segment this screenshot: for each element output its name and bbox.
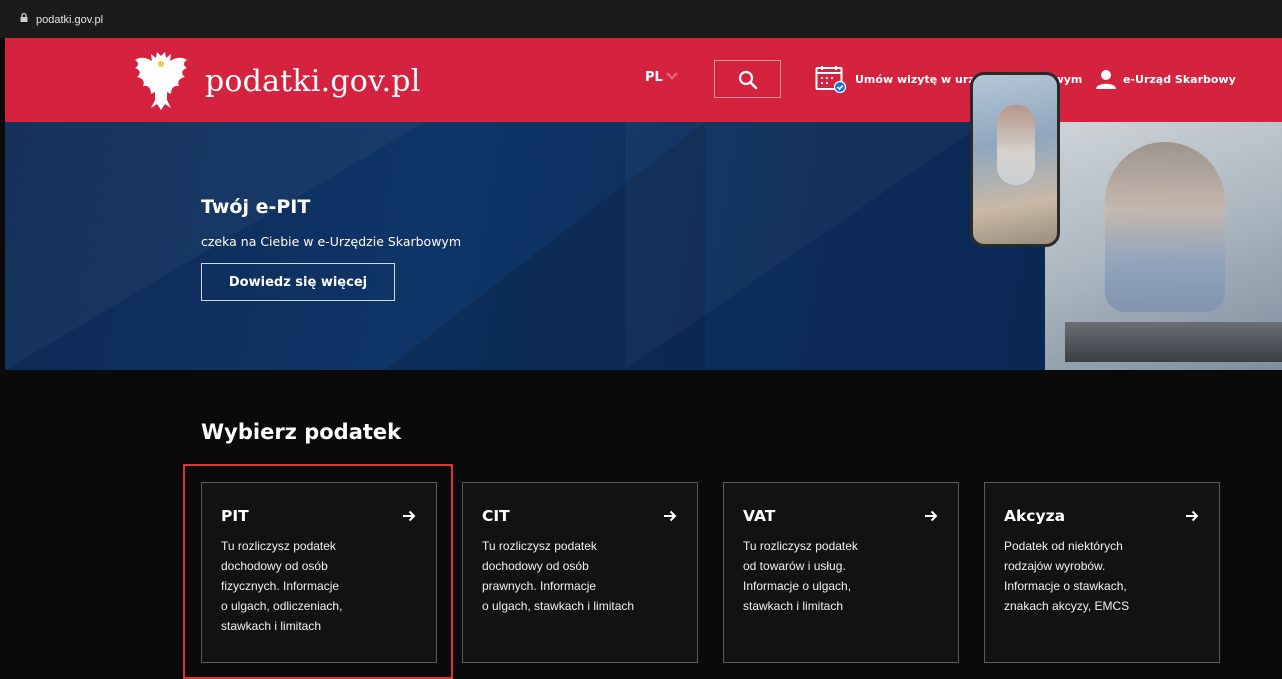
arrow-right-icon [1186,510,1199,522]
e-urzad-link[interactable]: e-Urząd Skarbowy [1095,65,1236,93]
hero-title: Twój e-PIT [201,196,311,218]
arrow-right-icon [664,510,677,522]
hero-photo-woman-laptop [1045,122,1282,370]
language-label: PL [645,70,663,85]
card-description: Tu rozliczysz podatek dochodowy od osób … [482,539,635,613]
lock-icon [20,13,28,22]
tax-card-vat[interactable]: VAT Tu rozliczysz podatek od towarów i u… [723,482,959,663]
search-icon [738,70,758,90]
arrow-right-icon [925,510,938,522]
learn-more-button[interactable]: Dowiedz się więcej [201,263,395,301]
browser-url[interactable]: podatki.gov.pl [36,14,103,26]
site-header: podatki.gov.pl PL Umów wizytę w urzędzie… [5,38,1282,122]
card-title: Akcyza [1004,507,1066,525]
browser-url-bar[interactable]: podatki.gov.pl [0,0,1282,38]
site-logo-text[interactable]: podatki.gov.pl [205,64,421,99]
card-title: CIT [482,507,510,525]
tax-card-pit[interactable]: PIT Tu rozliczysz podatek dochodowy od o… [201,482,437,663]
hero-banner: Twój e-PIT czeka na Ciebie w e-Urzędzie … [5,122,1282,370]
e-urzad-label: e-Urząd Skarbowy [1123,72,1236,86]
chevron-down-icon [666,68,678,80]
search-button[interactable] [714,60,781,98]
calendar-check-icon [815,66,847,93]
card-title: PIT [221,507,249,525]
tax-card-akcyza[interactable]: Akcyza Podatek od niektórych rodzajów wy… [984,482,1220,663]
card-description: Tu rozliczysz podatek dochodowy od osób … [221,539,343,633]
card-description: Podatek od niektórych rodzajów wyrobów. … [1004,539,1130,613]
polish-eagle-logo-icon[interactable] [133,50,189,112]
tax-card-cit[interactable]: CIT Tu rozliczysz podatek dochodowy od o… [462,482,698,663]
card-description: Tu rozliczysz podatek od towarów i usług… [743,539,858,613]
language-selector[interactable]: PL [645,68,678,85]
section-title: Wybierz podatek [201,420,402,444]
hero-subtitle: czeka na Ciebie w e-Urzędzie Skarbowym [201,234,461,249]
arrow-right-icon [403,510,416,522]
hero-photo-phone [970,72,1060,247]
user-icon [1096,70,1116,89]
card-title: VAT [743,507,776,525]
